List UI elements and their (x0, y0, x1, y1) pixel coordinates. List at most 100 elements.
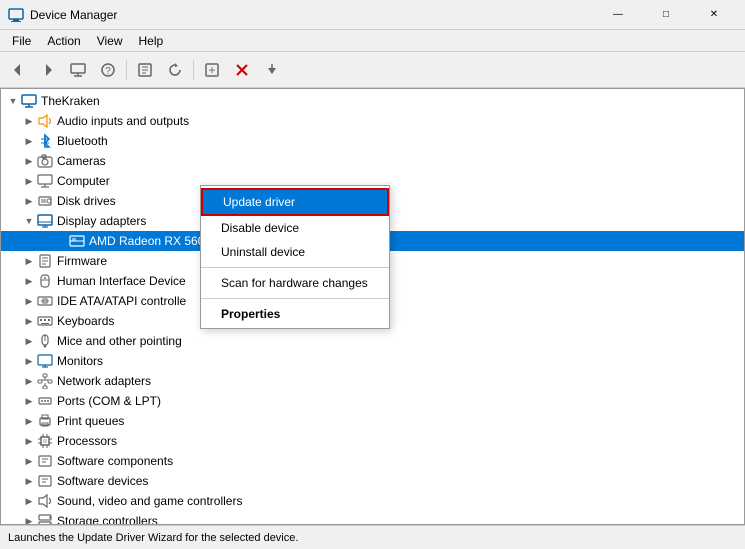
context-menu-uninstall[interactable]: Uninstall device (201, 240, 389, 264)
disk-toggle[interactable]: ▶ (21, 193, 37, 209)
toolbar-refresh-button[interactable] (161, 56, 189, 84)
context-menu-scan[interactable]: Scan for hardware changes (201, 271, 389, 295)
hid-label: Human Interface Device (57, 274, 186, 288)
tree-softwarecomp[interactable]: ▶ Software components (1, 451, 744, 471)
toolbar-add-button[interactable]: + (198, 56, 226, 84)
disk-label: Disk drives (57, 194, 116, 208)
keyboard-toggle[interactable]: ▶ (21, 313, 37, 329)
tree-audio[interactable]: ▶ Audio inputs and outputs (1, 111, 744, 131)
softwaredev-toggle[interactable]: ▶ (21, 473, 37, 489)
monitors-toggle[interactable]: ▶ (21, 353, 37, 369)
window-controls: — □ ✕ (595, 0, 737, 30)
menu-help[interactable]: Help (131, 32, 172, 50)
bluetooth-label: Bluetooth (57, 134, 108, 148)
toolbar: ? + (0, 52, 745, 88)
print-toggle[interactable]: ▶ (21, 413, 37, 429)
softwaredev-label: Software devices (57, 474, 148, 488)
print-icon (37, 413, 53, 429)
processors-icon (37, 433, 53, 449)
tree-sound[interactable]: ▶ Sound, video and game controllers (1, 491, 744, 511)
ports-toggle[interactable]: ▶ (21, 393, 37, 409)
status-bar: Launches the Update Driver Wizard for th… (0, 525, 745, 549)
update-driver-label: Update driver (223, 195, 295, 209)
processors-label: Processors (57, 434, 117, 448)
toolbar-properties-button[interactable] (131, 56, 159, 84)
network-toggle[interactable]: ▶ (21, 373, 37, 389)
root-label: TheKraken (41, 94, 100, 108)
menu-file[interactable]: File (4, 32, 39, 50)
storage-toggle[interactable]: ▶ (21, 513, 37, 525)
mice-toggle[interactable]: ▶ (21, 333, 37, 349)
svg-text:+: + (208, 63, 215, 77)
softwarecomp-icon (37, 453, 53, 469)
print-label: Print queues (57, 414, 124, 428)
toolbar-computer-button[interactable] (64, 56, 92, 84)
tree-monitors[interactable]: ▶ Monitors (1, 351, 744, 371)
tree-softwaredev[interactable]: ▶ Software devices (1, 471, 744, 491)
computer-toggle[interactable]: ▶ (21, 173, 37, 189)
scan-label: Scan for hardware changes (221, 276, 368, 290)
tree-root[interactable]: ▼ TheKraken (1, 91, 744, 111)
disk-icon (37, 193, 53, 209)
toolbar-help-button[interactable]: ? (94, 56, 122, 84)
minimize-button[interactable]: — (595, 0, 641, 30)
context-menu-update[interactable]: Update driver (201, 188, 389, 216)
tree-bluetooth[interactable]: ▶ Bluetooth (1, 131, 744, 151)
toolbar-separator-1 (126, 60, 127, 80)
sound-toggle[interactable]: ▶ (21, 493, 37, 509)
context-menu-properties[interactable]: Properties (201, 302, 389, 326)
uninstall-device-label: Uninstall device (221, 245, 305, 259)
ide-toggle[interactable]: ▶ (21, 293, 37, 309)
ports-label: Ports (COM & LPT) (57, 394, 161, 408)
svg-text:?: ? (105, 66, 111, 77)
firmware-label: Firmware (57, 254, 107, 268)
processors-toggle[interactable]: ▶ (21, 433, 37, 449)
properties-label: Properties (221, 307, 280, 321)
disable-device-label: Disable device (221, 221, 299, 235)
tree-processors[interactable]: ▶ Processors (1, 431, 744, 451)
monitors-label: Monitors (57, 354, 103, 368)
bluetooth-icon (37, 133, 53, 149)
toolbar-forward-button[interactable] (34, 56, 62, 84)
firmware-toggle[interactable]: ▶ (21, 253, 37, 269)
audio-toggle[interactable]: ▶ (21, 113, 37, 129)
sound-icon (37, 493, 53, 509)
softwaredev-icon (37, 473, 53, 489)
tree-ports[interactable]: ▶ Ports (COM & LPT) (1, 391, 744, 411)
hid-icon (37, 273, 53, 289)
keyboard-icon (37, 313, 53, 329)
toolbar-remove-button[interactable] (228, 56, 256, 84)
display-icon (37, 213, 53, 229)
maximize-button[interactable]: □ (643, 0, 689, 30)
menu-action[interactable]: Action (39, 32, 88, 50)
mice-icon (37, 333, 53, 349)
root-toggle[interactable]: ▼ (5, 93, 21, 109)
menu-view[interactable]: View (89, 32, 131, 50)
close-button[interactable]: ✕ (691, 0, 737, 30)
toolbar-back-button[interactable] (4, 56, 32, 84)
ide-icon (37, 293, 53, 309)
context-menu-disable[interactable]: Disable device (201, 216, 389, 240)
tree-storage[interactable]: ▶ Storage controllers (1, 511, 744, 525)
cameras-label: Cameras (57, 154, 106, 168)
tree-cameras[interactable]: ▶ Cameras (1, 151, 744, 171)
sound-label: Sound, video and game controllers (57, 494, 242, 508)
audio-icon (37, 113, 53, 129)
context-menu-sep1 (201, 267, 389, 268)
tree-network[interactable]: ▶ Network adapters (1, 371, 744, 391)
display-toggle[interactable]: ▼ (21, 213, 37, 229)
softwarecomp-toggle[interactable]: ▶ (21, 453, 37, 469)
keyboard-label: Keyboards (57, 314, 114, 328)
amd-icon (69, 233, 85, 249)
storage-label: Storage controllers (57, 514, 158, 525)
hid-toggle[interactable]: ▶ (21, 273, 37, 289)
tree-print[interactable]: ▶ Print queues (1, 411, 744, 431)
toolbar-update-button[interactable] (258, 56, 286, 84)
window-title: Device Manager (30, 8, 595, 22)
cameras-toggle[interactable]: ▶ (21, 153, 37, 169)
tree-mice[interactable]: ▶ Mice and other pointing (1, 331, 744, 351)
audio-label: Audio inputs and outputs (57, 114, 189, 128)
storage-icon (37, 513, 53, 525)
computer-tree-icon (37, 173, 53, 189)
bluetooth-toggle[interactable]: ▶ (21, 133, 37, 149)
